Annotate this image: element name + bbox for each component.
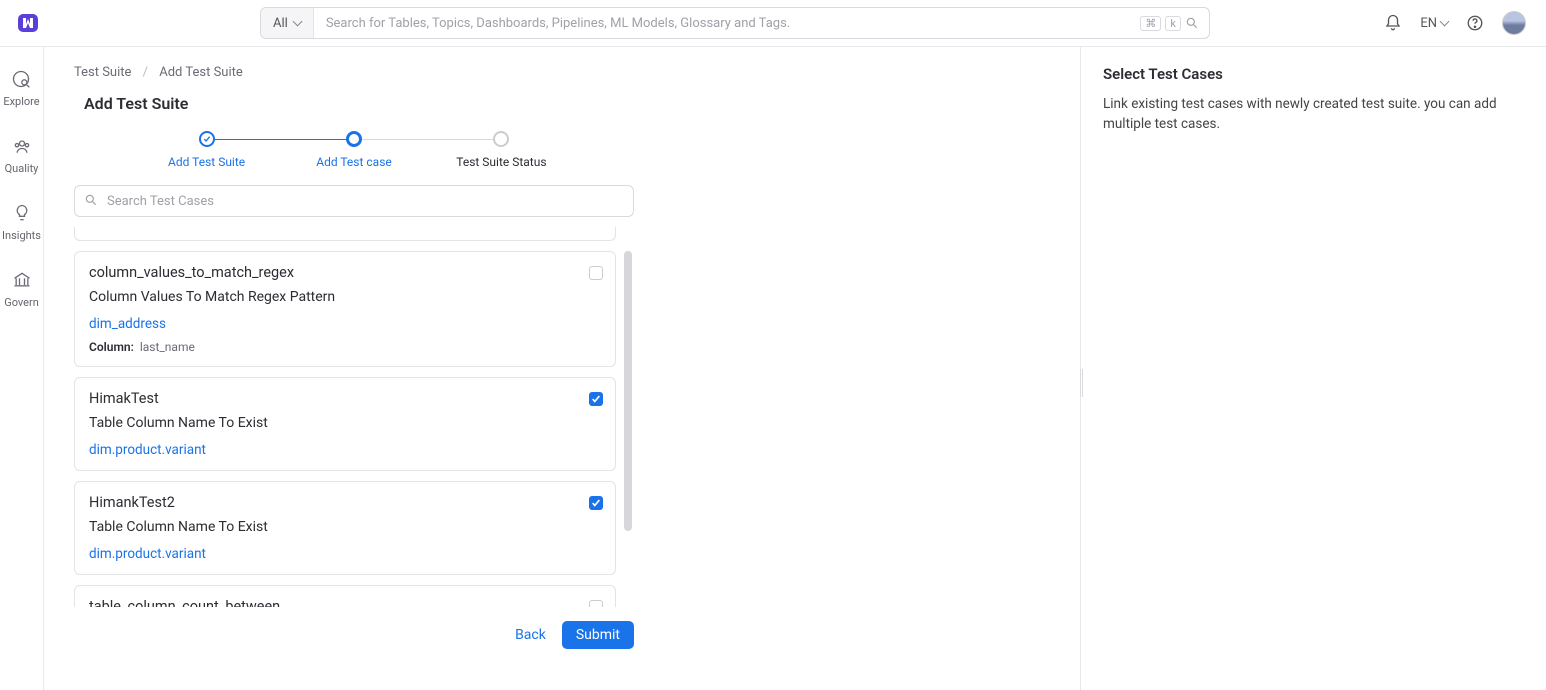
notifications-button[interactable] [1384,14,1402,32]
test-case-desc: Table Column Name To Exist [89,415,601,431]
check-icon [591,498,601,508]
step-dot-2 [346,131,362,147]
help-icon [1466,14,1484,32]
test-case-name: column_values_to_match_regex [89,264,601,281]
kbd-k: k [1165,16,1181,31]
test-case-name: HimankTest2 [89,494,601,511]
test-case-card[interactable]: HimankTest2 Table Column Name To Exist d… [74,481,616,575]
language-label: EN [1420,16,1437,31]
quality-icon [12,136,32,156]
step-label-1: Add Test Suite [168,155,245,169]
test-case-checkbox[interactable] [589,496,603,510]
user-avatar[interactable] [1502,11,1526,35]
scrollbar[interactable] [624,251,632,531]
test-case-card[interactable]: column_values_to_match_regex Column Valu… [74,251,616,367]
app-logo[interactable] [16,11,40,35]
sidebar-item-label: Govern [4,296,39,309]
step-dot-1 [199,131,215,147]
back-button[interactable]: Back [515,627,546,643]
test-case-entity-link[interactable]: dim.product.variant [89,442,206,458]
submit-button[interactable]: Submit [562,621,634,649]
govern-icon [12,270,32,290]
test-case-checkbox[interactable] [589,266,603,280]
kbd-cmd: ⌘ [1140,16,1161,31]
left-sidebar: Explore Quality Insights Govern [0,47,44,690]
breadcrumb-sep: / [143,65,148,80]
sidebar-item-quality[interactable]: Quality [5,136,39,175]
test-case-name: HimakTest [89,390,601,407]
breadcrumb-current: Add Test Suite [159,65,243,80]
keyboard-hint: ⌘ k [1140,8,1209,38]
test-case-entity-link[interactable]: dim_address [89,316,166,332]
chevron-down-icon [294,16,301,31]
right-panel: Select Test Cases Link existing test cas… [1080,47,1546,690]
right-panel-title: Select Test Cases [1103,65,1524,83]
language-select[interactable]: EN [1420,16,1448,31]
search-scope-dropdown[interactable]: All [261,8,314,38]
topbar: All ⌘ k EN [0,0,1546,47]
bell-icon [1384,14,1402,32]
search-icon [1185,16,1199,30]
sidebar-item-govern[interactable]: Govern [4,270,39,309]
page-title: Add Test Suite [84,94,634,113]
check-icon [203,135,211,143]
chevron-down-icon [1441,16,1448,31]
sidebar-item-label: Insights [2,229,41,242]
search-icon [84,193,98,207]
test-case-meta-label: Column: [89,340,134,354]
global-search: All ⌘ k [260,7,1210,39]
step-label-2: Add Test case [316,155,392,169]
test-case-card-partial-top [74,227,616,241]
test-case-card[interactable]: table_column_count_between Table Column … [74,585,616,607]
global-search-input[interactable] [314,8,1141,38]
test-case-checkbox[interactable] [589,392,603,406]
resize-handle[interactable] [1080,369,1083,397]
test-case-meta-value: last_name [140,340,195,354]
sidebar-item-label: Quality [5,162,39,175]
test-case-list[interactable]: column_values_to_match_regex Column Valu… [74,227,634,607]
check-icon [591,394,601,404]
test-case-checkbox[interactable] [589,600,603,607]
help-button[interactable] [1466,14,1484,32]
step-dot-3 [493,131,509,147]
breadcrumb: Test Suite / Add Test Suite [74,65,1080,80]
test-case-search-input[interactable] [74,185,634,217]
test-case-desc: Table Column Name To Exist [89,519,601,535]
stepper: Add Test Suite Add Test case Test Suite … [134,131,574,169]
sidebar-item-label: Explore [3,95,39,108]
step-label-3: Test Suite Status [456,155,546,169]
explore-icon [11,69,31,89]
search-scope-label: All [273,16,288,31]
sidebar-item-explore[interactable]: Explore [3,69,39,108]
test-case-desc: Column Values To Match Regex Pattern [89,289,601,305]
insights-icon [12,203,32,223]
test-case-meta: Column: last_name [89,340,601,354]
test-case-card[interactable]: HimakTest Table Column Name To Exist dim… [74,377,616,471]
test-case-entity-link[interactable]: dim.product.variant [89,546,206,562]
sidebar-item-insights[interactable]: Insights [2,203,41,242]
test-case-name: table_column_count_between [89,598,601,607]
breadcrumb-root[interactable]: Test Suite [74,65,131,80]
right-panel-desc: Link existing test cases with newly crea… [1103,95,1524,134]
